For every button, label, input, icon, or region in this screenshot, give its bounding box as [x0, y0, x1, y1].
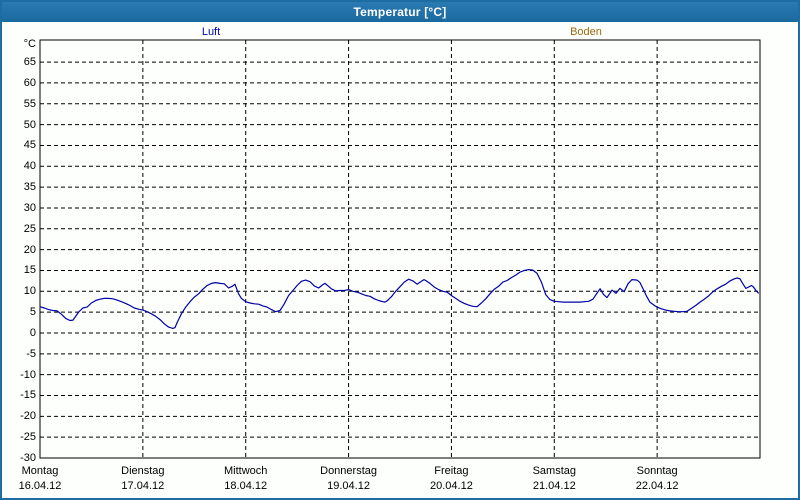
window-title: Temperatur [°C] [353, 5, 447, 19]
legend-boden: Boden [570, 26, 602, 38]
day-label: Sonntag 22.04.12 [636, 464, 679, 494]
day-date-label: 19.04.12 [327, 480, 370, 492]
day-name-label: Mittwoch [224, 465, 268, 477]
y-axis-unit-label: °C [23, 38, 36, 50]
y-tick-label: -5 [26, 347, 36, 360]
y-tick-label: 45 [23, 139, 36, 152]
y-tick-label: -30 [20, 452, 36, 464]
day-date-label: 17.04.12 [121, 480, 165, 492]
y-tick-label: -15 [20, 389, 36, 402]
luft-series-line [39, 269, 760, 329]
y-tick-label: 10 [23, 285, 36, 298]
day-date-label: 16.04.12 [18, 480, 62, 492]
y-tick-label: -10 [20, 368, 36, 381]
y-tick-label: -20 [20, 410, 36, 423]
y-tick-label: 65 [23, 56, 36, 69]
day-label: Freitag 20.04.12 [430, 464, 473, 494]
day-date-label: 18.04.12 [224, 480, 268, 492]
y-tick-label: 20 [23, 243, 36, 256]
day-label: Montag 16.04.12 [19, 464, 62, 494]
y-tick-label: 30 [23, 201, 36, 214]
day-label: Samstag 21.04.12 [533, 464, 576, 494]
app-window: Temperatur [°C] Luft Boden °C 65 60 55 50 45… [0, 0, 800, 500]
day-date-label: 20.04.12 [430, 480, 473, 492]
y-tick-label: 25 [23, 222, 36, 235]
day-label: Dienstag 17.04.12 [121, 464, 164, 494]
day-date-label: 21.04.12 [532, 480, 576, 492]
plot-svg[interactable] [2, 22, 798, 498]
day-name-label: Montag [21, 465, 59, 477]
y-tick-label: 5 [29, 306, 36, 319]
window-titlebar[interactable]: Temperatur [°C] [2, 2, 798, 22]
day-name-label: Freitag [434, 465, 469, 477]
day-name-label: Dienstag [121, 465, 165, 477]
y-tick-label: 35 [23, 181, 36, 194]
chart-panel: Luft Boden °C 65 60 55 50 45 40 35 30 25 20 15 10 5 0… [2, 22, 798, 498]
day-date-label: 22.04.12 [635, 480, 679, 492]
day-label: Donnerstag 19.04.12 [320, 464, 377, 494]
y-tick-label: 55 [23, 97, 36, 110]
day-label: Mittwoch 18.04.12 [224, 464, 267, 494]
legend-luft: Luft [201, 26, 221, 38]
y-tick-label: 0 [29, 326, 36, 339]
day-name-label: Samstag [532, 465, 576, 477]
y-tick-label: 50 [23, 118, 36, 131]
y-tick-label: 15 [23, 264, 36, 277]
y-tick-label: 40 [23, 160, 36, 173]
day-name-label: Donnerstag [320, 465, 377, 477]
y-tick-label: 60 [23, 76, 36, 89]
day-name-label: Sonntag [636, 465, 678, 477]
y-tick-label: -25 [20, 431, 36, 444]
